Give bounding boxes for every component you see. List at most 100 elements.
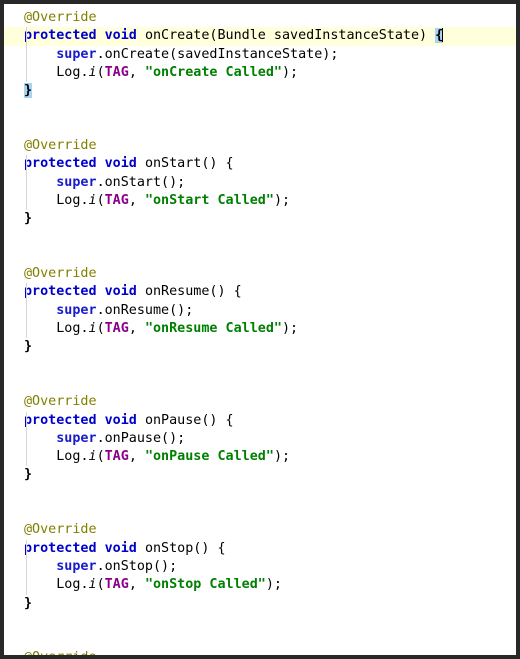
keyword-super: super <box>56 430 97 446</box>
method-signature-line[interactable]: protected void onResume() { <box>4 283 516 301</box>
log-class: Log <box>56 449 81 465</box>
log-method: i <box>88 192 97 208</box>
super-call-text: .onCreate(savedInstanceState); <box>96 46 339 62</box>
method-signature-text: onStop() { <box>144 540 226 556</box>
super-call-text: onStart(); <box>104 174 186 190</box>
override-annotation: @Override <box>24 522 97 538</box>
keyword-protected: protected <box>24 284 97 300</box>
annotation-line: @Override <box>4 521 516 539</box>
log-call-line: Log.i(TAG, "onCreate Called"); <box>56 64 299 80</box>
indent-guide <box>26 539 27 595</box>
override-annotation: @Override <box>24 10 97 25</box>
log-class: Log <box>56 321 81 337</box>
method-signature-text: onPause() { <box>144 412 234 428</box>
method-signature-text: onStart() { <box>144 156 234 172</box>
keyword-void: void <box>104 156 137 172</box>
indent-guide <box>26 283 27 339</box>
log-class: Log <box>56 577 81 593</box>
log-message-string: "onPause Called" <box>144 449 274 465</box>
method-close-line: } <box>4 27 516 100</box>
log-message-string: "onResume Called" <box>144 321 282 337</box>
annotation-line: @Override <box>4 393 516 411</box>
super-call-line: super.onPause(); <box>56 430 186 446</box>
keyword-super: super <box>56 558 97 574</box>
super-call-line: super.onStart(); <box>56 174 186 190</box>
log-message-string: "onStart Called" <box>144 192 274 208</box>
code-text-area[interactable]: @Override protected void onCreate(Bundle… <box>4 4 516 655</box>
close-brace-matched: } <box>24 83 33 99</box>
tag-constant: TAG <box>104 321 129 337</box>
method-close-line: } <box>4 155 516 228</box>
method-close-line: } <box>4 411 516 484</box>
method-signature-line[interactable]: protected void onCreate(Bundle savedInst… <box>4 27 516 46</box>
super-call-line: super.onStop(); <box>56 558 178 574</box>
log-call-line: Log.i(TAG, "onPause Called"); <box>56 449 291 465</box>
close-brace: } <box>24 595 33 611</box>
tag-constant: TAG <box>104 192 129 208</box>
log-method: i <box>88 449 97 465</box>
override-annotation: @Override <box>24 138 97 154</box>
tag-constant: TAG <box>104 64 129 80</box>
super-call-line: super.onCreate(savedInstanceState); <box>4 46 516 64</box>
keyword-void: void <box>104 540 137 556</box>
indent-guide <box>26 411 27 467</box>
override-annotation: @Override <box>24 650 97 659</box>
annotation-line: @Override <box>4 265 516 283</box>
text-caret <box>442 28 444 43</box>
annotation-line: @Override <box>4 9 516 27</box>
keyword-super: super <box>56 46 97 62</box>
close-brace: } <box>24 467 33 483</box>
override-annotation: @Override <box>24 266 97 282</box>
method-close-line: } <box>4 539 516 613</box>
keyword-protected: protected <box>24 156 97 172</box>
keyword-protected: protected <box>24 412 97 428</box>
log-call-line: Log.i(TAG, "onResume Called"); <box>56 321 299 337</box>
log-message-string: "onCreate Called" <box>144 64 282 80</box>
keyword-super: super <box>56 302 97 318</box>
close-brace: } <box>24 339 33 355</box>
override-annotation: @Override <box>24 394 97 410</box>
tag-constant: TAG <box>104 577 129 593</box>
annotation-line: @Override <box>4 137 516 155</box>
super-call-line: super.onResume(); <box>56 302 194 318</box>
method-signature-text: onResume() { <box>144 284 242 300</box>
method-close-line: } <box>4 283 516 356</box>
log-method: i <box>88 64 97 80</box>
method-signature-line[interactable]: protected void onStop() { <box>4 540 516 558</box>
keyword-void: void <box>104 284 137 300</box>
keyword-protected: protected <box>24 540 97 556</box>
log-call-line: Log.i(TAG, "onStop Called"); <box>56 577 282 593</box>
log-class: Log <box>56 192 81 208</box>
log-call-line: Log.i(TAG, "onStart Called"); <box>56 192 291 208</box>
keyword-void: void <box>104 412 137 428</box>
super-call-text: onStop(); <box>104 558 178 574</box>
super-call-text: onResume(); <box>104 302 194 318</box>
log-class: Log <box>56 64 81 80</box>
keyword-protected: protected <box>24 28 97 44</box>
indent-guide <box>26 155 27 211</box>
indent-guide <box>26 27 27 83</box>
log-method: i <box>88 577 97 593</box>
method-signature-line[interactable]: protected void onStart() { <box>4 155 516 173</box>
keyword-void: void <box>104 28 137 44</box>
close-brace: } <box>24 211 33 227</box>
keyword-super: super <box>56 174 97 190</box>
method-signature-text: onCreate(Bundle savedInstanceState) <box>144 28 436 44</box>
tag-constant: TAG <box>104 449 129 465</box>
code-editor-window: @Override protected void onCreate(Bundle… <box>0 0 520 659</box>
super-call-text: onPause(); <box>104 430 186 446</box>
annotation-line: @Override <box>4 649 516 659</box>
log-message-string: "onStop Called" <box>144 577 266 593</box>
log-method: i <box>88 321 97 337</box>
method-signature-line[interactable]: protected void onPause() { <box>4 412 516 430</box>
